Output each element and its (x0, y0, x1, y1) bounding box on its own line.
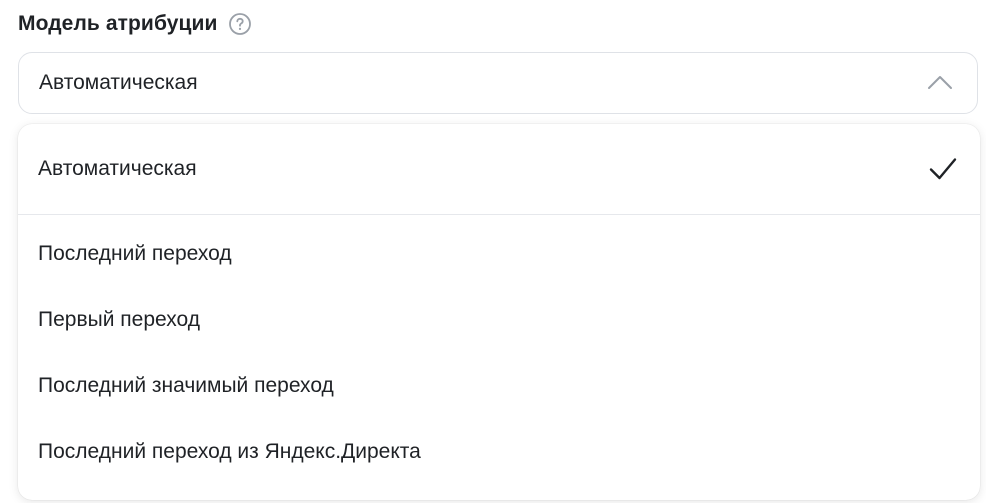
option-automatic[interactable]: Автоматическая (18, 124, 980, 215)
option-label: Автоматическая (38, 157, 197, 180)
checkmark-icon (926, 152, 960, 186)
option-last-significant-click[interactable]: Последний значимый переход (18, 353, 980, 419)
option-label: Последний значимый переход (38, 374, 334, 397)
option-last-click[interactable]: Последний переход (18, 221, 980, 287)
option-label: Последний переход (38, 242, 232, 265)
option-last-yandex-direct-click[interactable]: Последний переход из Яндекс.Директа (18, 419, 980, 485)
option-label: Первый переход (38, 308, 200, 331)
dropdown-menu: Автоматическая Последний переход Первый … (18, 124, 980, 500)
options-list: Последний переход Первый переход Последн… (18, 215, 980, 485)
field-label-row: Модель атрибуции (18, 8, 252, 40)
help-icon[interactable] (228, 12, 252, 36)
option-first-click[interactable]: Первый переход (18, 287, 980, 353)
attribution-model-select[interactable]: Автоматическая (18, 52, 978, 114)
chevron-up-icon[interactable] (925, 68, 955, 98)
select-value: Автоматическая (39, 71, 198, 94)
field-label: Модель атрибуции (18, 12, 218, 35)
option-label: Последний переход из Яндекс.Директа (38, 440, 421, 463)
